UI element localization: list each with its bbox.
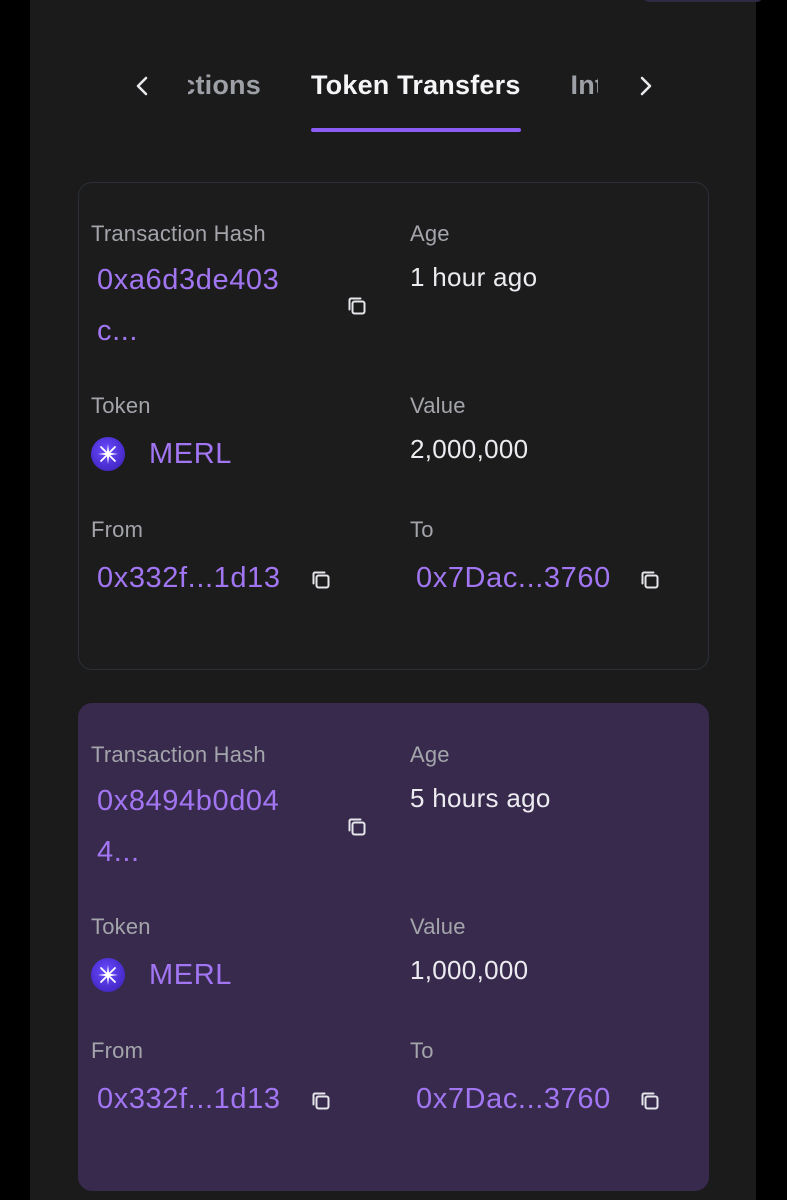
- copy-hash-button[interactable]: [344, 814, 370, 840]
- token-label: Token: [91, 914, 151, 939]
- transfer-card: Transaction Hash 0xa6d3de403c... Age 1 h…: [78, 182, 709, 670]
- from-address-link[interactable]: 0x332f...1d13: [97, 1074, 281, 1125]
- tab-transactions[interactable]: Transactions: [188, 50, 261, 134]
- to-address-link[interactable]: 0x7Dac...3760: [416, 1074, 611, 1125]
- token-link[interactable]: MERL: [149, 429, 232, 480]
- tab-token-transfers[interactable]: Token Transfers: [310, 50, 521, 134]
- chevron-left-icon: [136, 76, 148, 96]
- transaction-hash-link[interactable]: 0xa6d3de403c...: [97, 255, 317, 357]
- age-value: 5 hours ago: [410, 783, 551, 813]
- token-link[interactable]: MERL: [149, 950, 232, 1001]
- top-pill-control[interactable]: [642, 0, 764, 2]
- copy-to-button[interactable]: [637, 1088, 663, 1114]
- hash-label: Transaction Hash: [91, 221, 266, 246]
- age-value: 1 hour ago: [410, 262, 538, 292]
- age-label: Age: [410, 742, 450, 767]
- tab-internal-txns[interactable]: Internal Txns: [571, 50, 598, 134]
- copy-from-button[interactable]: [308, 567, 334, 593]
- copy-hash-button[interactable]: [344, 293, 370, 319]
- merl-token-icon: [91, 437, 125, 471]
- tab-viewport: Transactions Token Transfers Internal Tx…: [188, 50, 598, 140]
- token-label: Token: [91, 393, 151, 418]
- merl-token-icon: [91, 958, 125, 992]
- copy-icon: [348, 297, 366, 315]
- copy-icon: [641, 571, 659, 589]
- to-address-link[interactable]: 0x7Dac...3760: [416, 553, 611, 604]
- main-panel: Transactions Token Transfers Internal Tx…: [30, 0, 764, 1200]
- from-address-link[interactable]: 0x332f...1d13: [97, 553, 281, 604]
- chevron-right-icon: [640, 76, 652, 96]
- hash-label: Transaction Hash: [91, 742, 266, 767]
- to-label: To: [410, 1038, 434, 1063]
- age-label: Age: [410, 221, 450, 246]
- tab-bar: Transactions Token Transfers Internal Tx…: [30, 50, 756, 140]
- copy-from-button[interactable]: [308, 1088, 334, 1114]
- transaction-hash-link[interactable]: 0x8494b0d044...: [97, 776, 317, 878]
- tab-scroll-left-button[interactable]: [122, 70, 162, 102]
- to-label: To: [410, 517, 434, 542]
- value-label: Value: [410, 393, 466, 418]
- value-amount: 1,000,000: [410, 955, 529, 985]
- value-label: Value: [410, 914, 466, 939]
- copy-icon: [348, 818, 366, 836]
- from-label: From: [91, 517, 144, 542]
- from-label: From: [91, 1038, 144, 1063]
- copy-icon: [312, 571, 330, 589]
- copy-icon: [312, 1092, 330, 1110]
- transfer-card: Transaction Hash 0x8494b0d044... Age 5 h…: [78, 703, 709, 1191]
- tab-scroll-right-button[interactable]: [626, 70, 666, 102]
- value-amount: 2,000,000: [410, 434, 529, 464]
- copy-to-button[interactable]: [637, 567, 663, 593]
- copy-icon: [641, 1092, 659, 1110]
